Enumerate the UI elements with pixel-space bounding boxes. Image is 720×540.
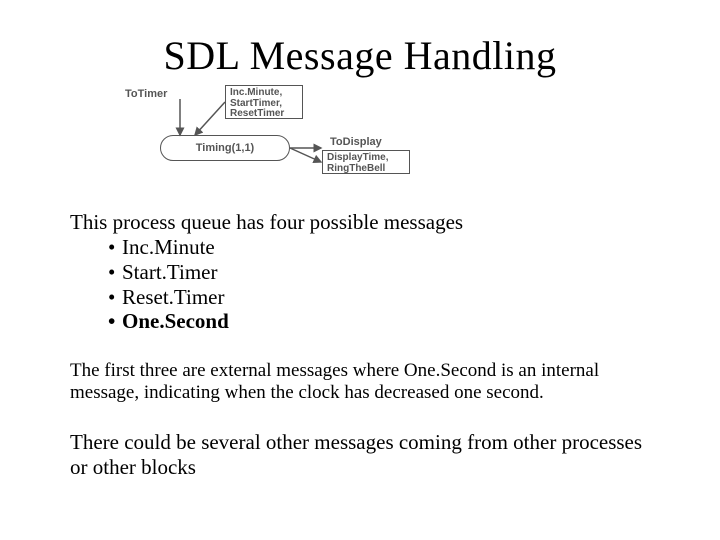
slide: SDL Message Handling ToTimer Inc.Minute,… [0, 0, 720, 540]
paragraph-2: There could be several other messages co… [70, 430, 650, 480]
bullet-text: One.Second [122, 309, 229, 333]
bullet-item: •Reset.Timer [108, 285, 229, 310]
paragraph-1: The first three are external messages wh… [70, 360, 650, 405]
message-bullets: •Inc.Minute •Start.Timer •Reset.Timer •O… [108, 235, 229, 334]
bullet-text: Inc.Minute [122, 235, 215, 259]
diagram-arrows [125, 85, 435, 180]
bullet-item: •One.Second [108, 309, 229, 334]
sdl-diagram: ToTimer Inc.Minute, StartTimer, ResetTim… [125, 85, 435, 180]
bullet-text: Reset.Timer [122, 285, 224, 309]
bullet-item: •Inc.Minute [108, 235, 229, 260]
bullet-text: Start.Timer [122, 260, 217, 284]
slide-title: SDL Message Handling [0, 32, 720, 79]
bullet-item: •Start.Timer [108, 260, 229, 285]
intro-line: This process queue has four possible mes… [70, 210, 650, 235]
